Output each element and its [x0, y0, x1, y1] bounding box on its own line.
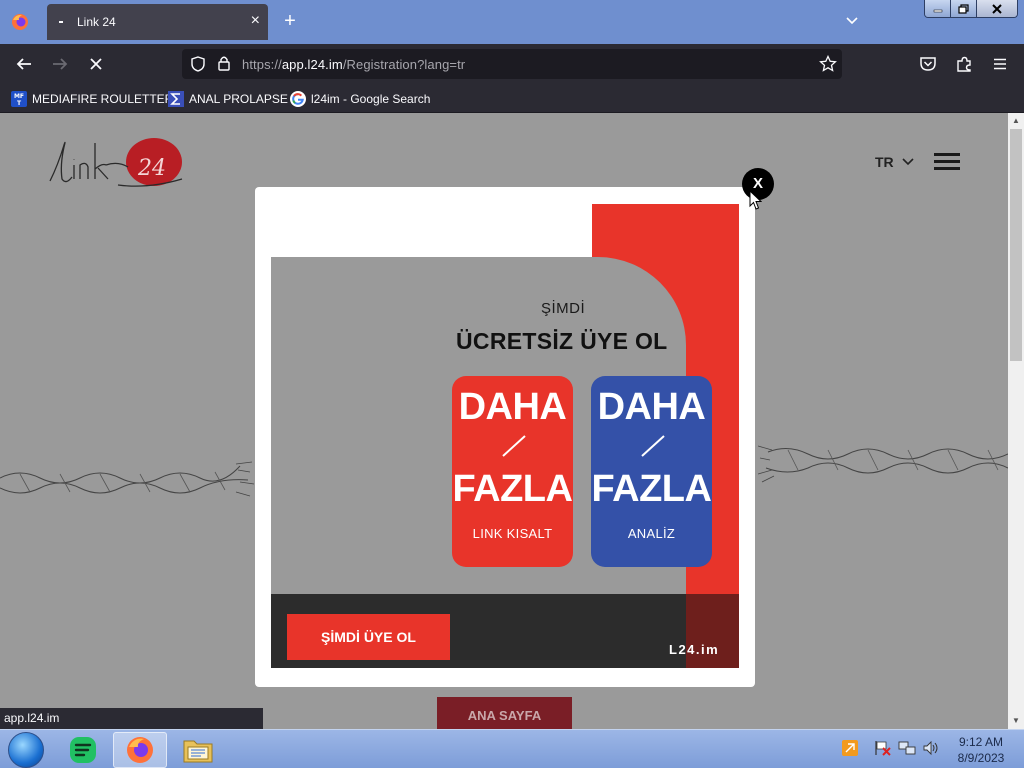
bookmark-label: ANAL PROLAPSE	[189, 92, 288, 106]
system-tray	[842, 740, 940, 756]
scroll-up-icon[interactable]: ▲	[1008, 113, 1024, 129]
url-host: app.l24.im	[281, 57, 343, 72]
notes-app-icon	[70, 737, 96, 763]
loading-icon	[59, 21, 63, 23]
new-tab-button[interactable]: +	[279, 8, 301, 34]
bookmark-label: l24im - Google Search	[311, 92, 431, 106]
tab-close-icon[interactable]: ×	[251, 12, 260, 30]
address-bar[interactable]: https://app.l24.im/Registration?lang=tr	[182, 49, 842, 79]
language-code: TR	[875, 154, 894, 170]
system-clock[interactable]: 9:12 AM 8/9/2023	[952, 734, 1010, 766]
browser-tab[interactable]: Link 24 ×	[47, 4, 268, 40]
clock-time: 9:12 AM	[958, 735, 1004, 749]
list-all-tabs-icon[interactable]	[844, 12, 860, 28]
scroll-down-icon[interactable]: ▼	[1008, 713, 1024, 729]
feature-card-link: DAHA FAZLA LINK KISALT	[452, 376, 573, 567]
network-icon[interactable]	[898, 740, 916, 756]
bookmark-star-icon[interactable]	[819, 55, 837, 73]
signup-now-button[interactable]: ŞİMDİ ÜYE OL	[287, 614, 450, 660]
scrollbar-thumb[interactable]	[1010, 129, 1022, 361]
google-icon	[290, 91, 306, 107]
chevron-down-icon	[902, 158, 914, 166]
hamburger-menu-icon[interactable]	[934, 153, 960, 171]
folder-icon	[183, 740, 213, 763]
promo-headline: ÜCRETSİZ ÜYE OL	[456, 328, 668, 354]
card-subtitle: LINK KISALT	[472, 526, 553, 541]
window-controls	[924, 0, 1018, 18]
bookmarks-toolbar: MF T MEDIAFIRE ROULETTER ANAL PROLAPSE l2…	[0, 84, 1024, 113]
card-line2: FAZLA	[452, 468, 573, 510]
url-scheme: https://	[242, 57, 282, 72]
app-menu-icon[interactable]	[991, 55, 1009, 73]
home-button[interactable]: ANA SAYFA	[437, 697, 572, 729]
slash-icon	[641, 435, 665, 457]
extensions-icon[interactable]	[955, 55, 973, 73]
pocket-icon[interactable]	[919, 55, 937, 73]
maximize-button[interactable]	[951, 0, 977, 17]
bookmark-google-search[interactable]: l24im - Google Search	[290, 90, 430, 108]
site-logo[interactable]: 24	[48, 135, 188, 195]
stop-loading-icon[interactable]	[87, 55, 105, 73]
forward-arrow-icon[interactable]	[51, 55, 69, 73]
taskbar-firefox[interactable]	[113, 732, 167, 768]
firefox-icon[interactable]	[10, 12, 30, 32]
card-line1: DAHA	[458, 386, 567, 428]
taskbar-notes-app[interactable]	[56, 732, 110, 768]
rope-illustration-right	[758, 445, 1008, 483]
start-button[interactable]	[8, 732, 44, 768]
minimize-button[interactable]	[925, 0, 951, 17]
taskbar-file-explorer[interactable]	[171, 732, 225, 768]
bookmark-mediafire[interactable]: MF T MEDIAFIRE ROULETTER	[11, 90, 173, 108]
mediafire-icon: MFT	[11, 91, 27, 107]
feature-card-analytics: DAHA FAZLA ANALİZ	[591, 376, 712, 567]
clock-date: 8/9/2023	[957, 751, 1005, 765]
svg-text:24: 24	[137, 156, 166, 181]
url-path: /Registration?lang=tr	[342, 57, 466, 72]
restore-icon	[957, 3, 969, 14]
volume-icon[interactable]	[922, 740, 940, 756]
browser-tab-strip: Link 24 × +	[0, 0, 1024, 44]
status-bar-url: app.l24.im	[0, 708, 263, 729]
minimize-icon	[933, 9, 942, 12]
action-center-flag-icon[interactable]	[874, 740, 892, 756]
lock-icon[interactable]	[217, 55, 231, 72]
page-scrollbar[interactable]: ▲ ▼	[1008, 113, 1024, 729]
navigation-toolbar: https://app.l24.im/Registration?lang=tr	[0, 44, 1024, 84]
promo-banner[interactable]: ŞİMDİ ÜCRETSİZ ÜYE OL DAHA FAZLA LINK KI…	[271, 204, 739, 668]
window-close-button[interactable]	[977, 0, 1017, 17]
mouse-cursor-icon	[749, 190, 762, 210]
rope-illustration-left	[0, 461, 255, 497]
window-close-icon	[992, 3, 1002, 14]
bookmark-label: MEDIAFIRE ROULETTER	[32, 92, 174, 106]
svg-text:MF: MF	[14, 93, 24, 100]
slash-icon	[502, 435, 526, 457]
taskbar: 9:12 AM 8/9/2023	[0, 729, 1024, 768]
card-subtitle: ANALİZ	[627, 526, 676, 541]
promo-footer-bar: ŞİMDİ ÜYE OL L24.im	[271, 594, 739, 668]
sigma-icon	[168, 91, 184, 107]
card-line1: DAHA	[597, 386, 706, 428]
firefox-icon	[127, 737, 153, 763]
language-selector[interactable]: TR	[875, 154, 914, 170]
shield-icon[interactable]	[190, 56, 206, 72]
card-line2: FAZLA	[591, 468, 712, 510]
promo-brand: L24.im	[669, 642, 720, 657]
back-arrow-icon[interactable]	[15, 55, 33, 73]
bookmark-anal-prolapse[interactable]: ANAL PROLAPSE	[168, 90, 288, 108]
tray-app-icon[interactable]	[842, 740, 858, 756]
tab-title: Link 24	[77, 15, 116, 29]
url-text: https://app.l24.im/Registration?lang=tr	[242, 57, 465, 72]
promo-kicker: ŞİMDİ	[541, 300, 586, 317]
